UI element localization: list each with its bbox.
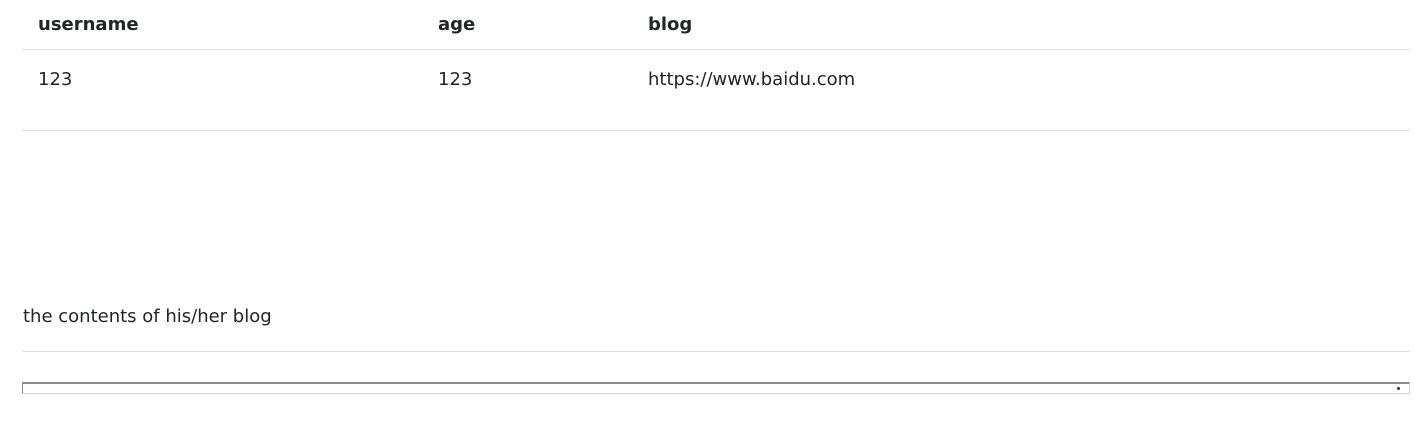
cell-blog[interactable]: https://www.baidu.com [632,49,1410,131]
table-header-row: username age blog [22,0,1410,50]
header-username: username [22,0,422,50]
blog-contents-frame[interactable] [22,382,1410,394]
users-table: username age blog 123 123 https://www.ba… [22,0,1410,131]
section-divider [22,351,1410,352]
cell-username: 123 [22,49,422,131]
blog-contents-label: the contents of his/her blog [23,306,272,327]
cell-age: 123 [422,49,632,131]
header-age: age [422,0,632,50]
page: username age blog 123 123 https://www.ba… [0,0,1415,438]
table-row[interactable]: 123 123 https://www.baidu.com [22,49,1410,131]
resize-handle-icon[interactable] [1397,387,1400,390]
header-blog: blog [632,0,1410,50]
